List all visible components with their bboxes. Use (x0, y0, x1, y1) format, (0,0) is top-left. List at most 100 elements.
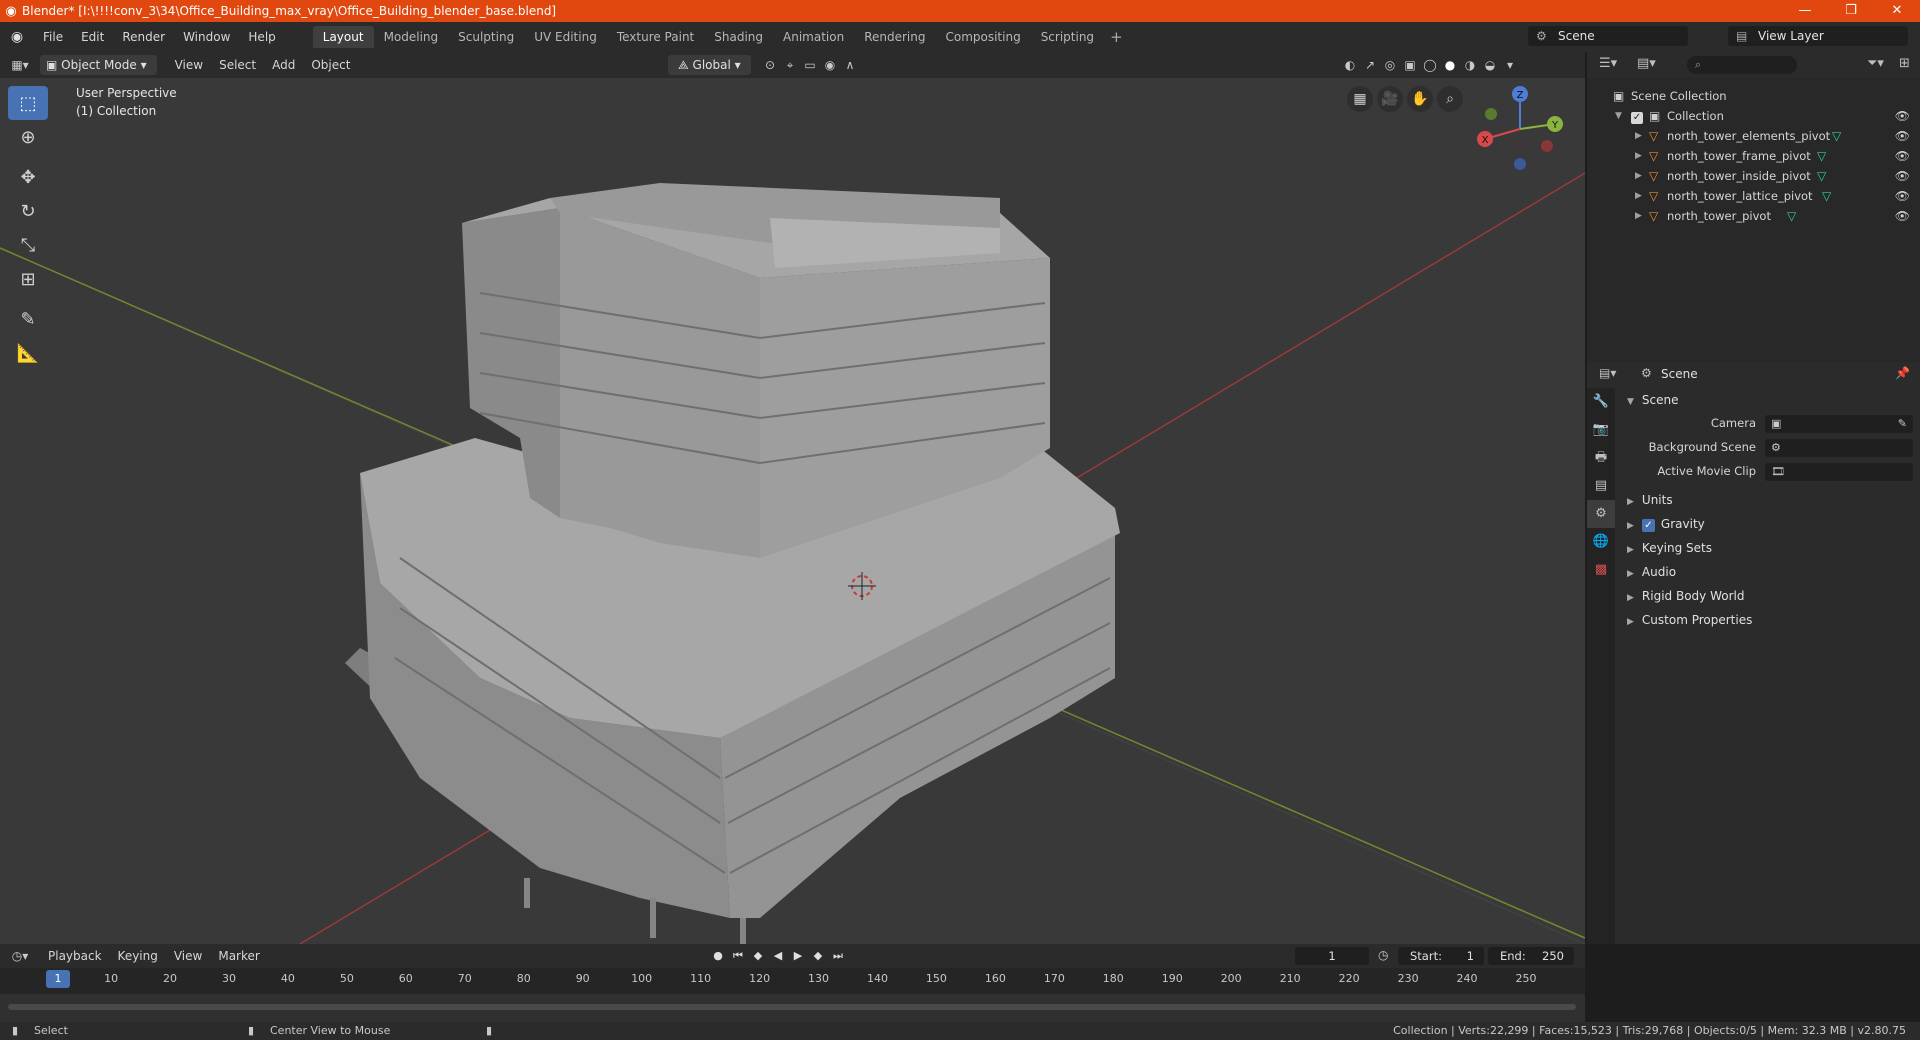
editor-type-icon[interactable]: ▦▾ (0, 58, 40, 72)
playhead[interactable]: 1 (46, 970, 70, 988)
tab-texture-paint[interactable]: Texture Paint (607, 26, 704, 48)
scene-panel-header[interactable]: ▼ Scene (1617, 388, 1920, 412)
navigation-gizmo[interactable]: Z Y X (1475, 84, 1565, 174)
subpanel-rigid-body-world[interactable]: ▶ Rigid Body World (1617, 584, 1920, 608)
viewport-menu-select[interactable]: Select (211, 58, 264, 72)
object-mode-dropdown[interactable]: ▣ Object Mode ▾ (40, 55, 157, 75)
rendered-shading-icon[interactable]: ◒ (1480, 55, 1500, 75)
menu-edit[interactable]: Edit (72, 30, 113, 44)
tool-tab-icon[interactable]: 🔧 (1587, 388, 1615, 416)
expand-arrow-icon[interactable]: ▶ (1635, 166, 1642, 186)
clock-icon[interactable]: ◷ (1378, 948, 1388, 962)
current-frame-field[interactable]: 1 (1295, 947, 1369, 965)
tab-layout[interactable]: Layout (312, 26, 374, 48)
expand-arrow-icon[interactable]: ▶ (1635, 146, 1642, 166)
expand-arrow-icon[interactable]: ▶ (1635, 206, 1642, 226)
xray-icon[interactable]: ▣ (1400, 55, 1420, 75)
rotate-tool-icon[interactable]: ↻ (8, 194, 48, 228)
restore-button[interactable]: ❐ (1828, 0, 1874, 22)
expand-arrow-icon[interactable]: ▶ (1635, 186, 1642, 206)
transform-tool-icon[interactable]: ⊞ (8, 262, 48, 296)
pan-hand-icon[interactable]: ✋ (1407, 86, 1433, 112)
shading-options-icon[interactable]: ▾ (1500, 55, 1520, 75)
end-frame-field[interactable]: End: 250 (1488, 947, 1574, 965)
outliner-item[interactable]: ▶ ▽ north_tower_frame_pivot ▽ 👁 (1587, 146, 1920, 166)
play-icon[interactable]: ▶ (788, 946, 808, 966)
visibility-eye-icon[interactable]: 👁 (1895, 126, 1910, 146)
property-field-movie-clip[interactable]: 🎞 (1765, 463, 1913, 481)
close-button[interactable]: ✕ (1874, 0, 1920, 22)
scale-tool-icon[interactable]: ⤡ (8, 228, 48, 262)
falloff-icon[interactable]: ∧ (840, 55, 860, 75)
output-tab-icon[interactable]: 🖶 (1587, 444, 1615, 472)
outliner-item[interactable]: ▶ ▽ north_tower_pivot ▽ 👁 (1587, 206, 1920, 226)
filter-icon[interactable]: ⏷▾ (1867, 56, 1884, 71)
visibility-eye-icon[interactable]: 👁 (1895, 206, 1910, 226)
material-shading-icon[interactable]: ◑ (1460, 55, 1480, 75)
menu-window[interactable]: Window (174, 30, 239, 44)
properties-editor-icon[interactable]: ▤▾ (1599, 366, 1616, 380)
3d-viewport[interactable]: ⬚ ⊕ ✥ ↻ ⤡ ⊞ ✎ 📐 User Perspective (1) Col… (0, 78, 1585, 944)
world-tab-icon[interactable]: 🌐 (1587, 528, 1615, 556)
visibility-eye-icon[interactable]: 👁 (1895, 186, 1910, 206)
tab-uv-editing[interactable]: UV Editing (524, 26, 607, 48)
subpanel-keying-sets[interactable]: ▶ Keying Sets (1617, 536, 1920, 560)
outliner-item[interactable]: ▶ ▽ north_tower_elements_pivot ▽ 👁 (1587, 126, 1920, 146)
visibility-eye-icon[interactable]: 👁 (1895, 106, 1910, 126)
outliner-editor-icon[interactable]: ☰▾ (1599, 56, 1617, 71)
new-collection-icon[interactable]: ⊞ (1899, 56, 1910, 71)
jump-end-icon[interactable]: ⏭ (828, 946, 848, 966)
property-field-scene[interactable]: ⚙ (1765, 439, 1913, 457)
timeline-menu-view[interactable]: View (166, 949, 210, 963)
outliner-scene-collection[interactable]: ▣ Scene Collection (1587, 86, 1920, 106)
visibility-eye-icon[interactable]: 👁 (1895, 146, 1910, 166)
blender-menu-icon[interactable]: ◉ (0, 29, 34, 45)
timeline-scrollbar[interactable] (8, 1004, 1576, 1010)
wireframe-shading-icon[interactable]: ◯ (1420, 55, 1440, 75)
subpanel-audio[interactable]: ▶ Audio (1617, 560, 1920, 584)
subpanel-gravity[interactable]: ▶ ✓ Gravity (1617, 512, 1920, 536)
annotate-tool-icon[interactable]: ✎ (8, 302, 48, 336)
viewport-menu-add[interactable]: Add (264, 58, 303, 72)
next-keyframe-icon[interactable]: ◆ (808, 946, 828, 966)
jump-start-icon[interactable]: ⏮ (728, 946, 748, 966)
menu-file[interactable]: File (34, 30, 72, 44)
outliner-search-input[interactable]: ⌕ (1687, 56, 1797, 74)
render-tab-icon[interactable]: 📷 (1587, 416, 1615, 444)
subpanel-custom-properties[interactable]: ▶ Custom Properties (1617, 608, 1920, 632)
record-icon[interactable]: ● (708, 946, 728, 966)
visibility-icon[interactable]: ◐ (1340, 55, 1360, 75)
camera-view-icon[interactable]: 🎥 (1377, 86, 1403, 112)
tab-sculpting[interactable]: Sculpting (448, 26, 524, 48)
tab-animation[interactable]: Animation (773, 26, 854, 48)
play-reverse-icon[interactable]: ◀ (768, 946, 788, 966)
timeline-menu-keying[interactable]: Keying (110, 949, 166, 963)
snap-target-icon[interactable]: ▭ (800, 55, 820, 75)
timeline-editor-icon[interactable]: ◷▾ (0, 949, 40, 963)
eyedropper-icon[interactable]: ✎ (1898, 415, 1907, 433)
gizmo-icon[interactable]: ↗ (1360, 55, 1380, 75)
viewport-menu-view[interactable]: View (167, 58, 211, 72)
select-box-tool-icon[interactable]: ⬚ (8, 86, 48, 120)
property-field-camera[interactable]: ▣ ✎ (1765, 415, 1913, 433)
proportional-icon[interactable]: ◉ (820, 55, 840, 75)
timeline-menu-marker[interactable]: Marker (210, 949, 267, 963)
solid-shading-icon[interactable]: ● (1440, 55, 1460, 75)
prev-keyframe-icon[interactable]: ◆ (748, 946, 768, 966)
view-layer-selector[interactable]: ▤ View Layer (1728, 26, 1908, 46)
timeline-area[interactable] (0, 994, 1585, 1022)
start-frame-field[interactable]: Start: 1 (1398, 947, 1484, 965)
cursor-tool-icon[interactable]: ⊕ (8, 120, 48, 154)
outliner-collection[interactable]: ▼ ✓ ▣ Collection 👁 (1587, 106, 1920, 126)
tab-scripting[interactable]: Scripting (1031, 26, 1104, 48)
scene-tab-icon[interactable]: ⚙ (1587, 500, 1615, 528)
gravity-checkbox[interactable]: ✓ (1641, 519, 1655, 532)
pin-icon[interactable]: 📌 (1895, 366, 1910, 380)
snap-icon[interactable]: ⌖ (780, 55, 800, 75)
zoom-icon[interactable]: ⌕ (1437, 86, 1463, 112)
scene-selector[interactable]: ⚙ Scene (1528, 26, 1688, 46)
frame-ruler[interactable]: 1 10 20 30 40 50 60 70 80 90 100 110 120 130 140 150 16… (0, 968, 1585, 994)
grid-view-icon[interactable]: ▦ (1347, 86, 1373, 112)
subpanel-units[interactable]: ▶ Units (1617, 488, 1920, 512)
display-mode-icon[interactable]: ▤▾ (1637, 56, 1656, 71)
